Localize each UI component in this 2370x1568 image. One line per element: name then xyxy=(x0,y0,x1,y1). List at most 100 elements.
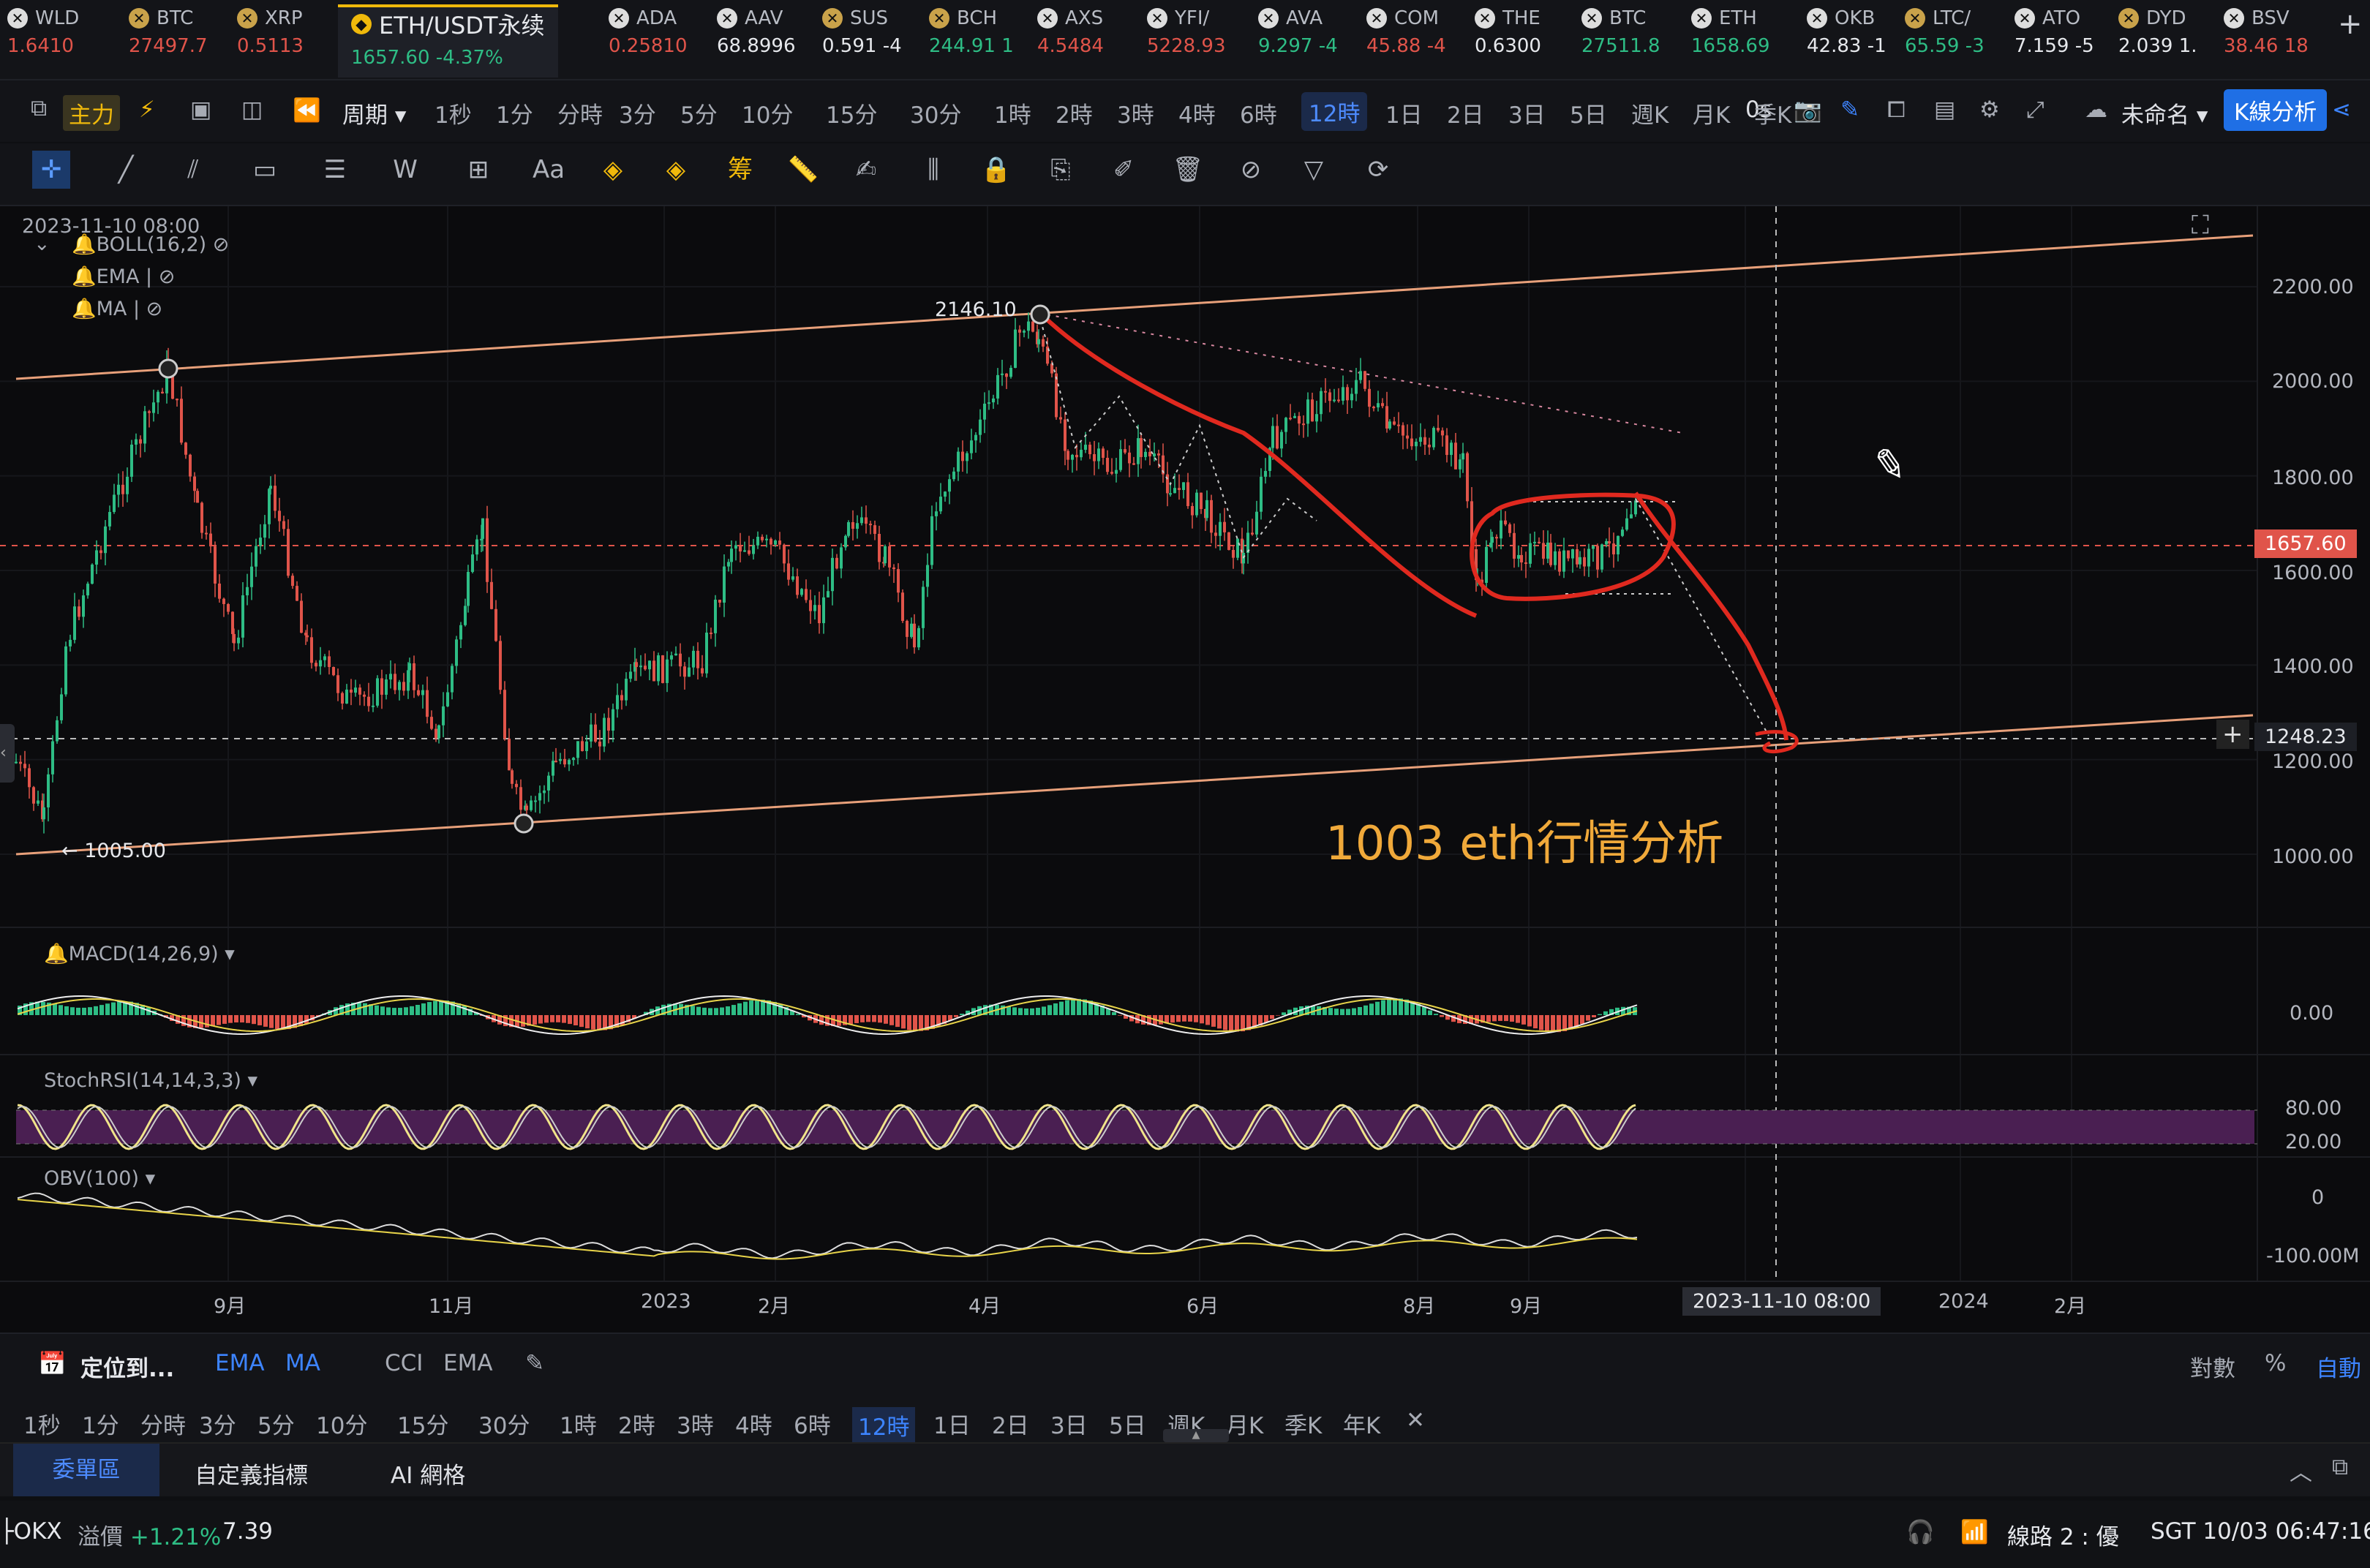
bottom-interval-1日[interactable]: 1日 xyxy=(933,1407,971,1440)
bottom-interval-分時[interactable]: 分時 xyxy=(140,1407,186,1440)
ema-sub-indicator-tab[interactable]: EMA xyxy=(443,1350,493,1376)
bottom-interval-月K[interactable]: 月K xyxy=(1226,1407,1263,1440)
interval-1時[interactable]: 1時 xyxy=(994,97,1031,129)
ticker-item[interactable]: ✕ THE 0.6300 xyxy=(1475,7,1541,73)
ticker-item[interactable]: ✕ ATO 7.159 -5 xyxy=(2014,7,2094,73)
percent-scale-toggle[interactable]: % xyxy=(2265,1350,2286,1376)
delete-tool-icon[interactable]: 🗑 xyxy=(1169,151,1207,189)
indicator-ma[interactable]: 🔔MA | ⊘ xyxy=(72,297,162,320)
bottom-interval-15分[interactable]: 15分 xyxy=(397,1407,448,1440)
ma-indicator-tab[interactable]: MA xyxy=(285,1350,320,1376)
magnet-tool-icon[interactable]: ◈ xyxy=(657,151,695,189)
interval-12時[interactable]: 12時 xyxy=(1301,92,1368,131)
obv-label[interactable]: OBV(100) ▾ xyxy=(44,1167,155,1190)
interval-10分[interactable]: 10分 xyxy=(742,97,793,129)
cloud-icon[interactable]: ☁ xyxy=(2085,97,2107,123)
bottom-interval-年K[interactable]: 年K xyxy=(1343,1407,1380,1440)
ticker-item[interactable]: ✕ BTC 27511.8 xyxy=(1581,7,1660,73)
kline-analysis-button[interactable]: K線分析 xyxy=(2224,89,2328,131)
tab-custom-indicators[interactable]: 自定義指標 xyxy=(195,1457,308,1490)
interval-30分[interactable]: 30分 xyxy=(910,97,961,129)
ticker-item[interactable]: ✕ AAV 68.8996 xyxy=(717,7,796,73)
pattern-tool-icon[interactable]: ◈ xyxy=(594,151,632,189)
rectangle-tool-icon[interactable]: ▭ xyxy=(246,151,284,189)
text-tool-icon[interactable]: Aa xyxy=(530,151,568,189)
bottom-interval-1分[interactable]: 1分 xyxy=(82,1407,119,1440)
interval-1秒[interactable]: 1秒 xyxy=(434,97,472,129)
left-panel-toggle[interactable]: ‹ xyxy=(0,724,15,783)
period-dropdown[interactable]: 周期 ▾ xyxy=(342,97,406,129)
collapse-panel-icon[interactable]: ︿ xyxy=(2290,1454,2312,1487)
interval-3分[interactable]: 3分 xyxy=(619,97,656,129)
add-alert-icon[interactable]: + xyxy=(2216,720,2249,749)
ticker-item[interactable]: ✕ DYD 2.039 1. xyxy=(2118,7,2197,73)
link-tool-icon[interactable]: ⊘ xyxy=(1232,151,1270,189)
ticker-item[interactable]: ✕ BSV 38.46 18 xyxy=(2224,7,2309,73)
calendar-icon[interactable]: 📅 xyxy=(38,1350,67,1377)
tab-ai-grid[interactable]: AI 網格 xyxy=(391,1457,465,1490)
indicator-ema[interactable]: 🔔EMA | ⊘ xyxy=(72,265,175,288)
filter-tool-icon[interactable]: ▽ xyxy=(1295,151,1333,189)
lock-tool-icon[interactable]: 🔒 xyxy=(977,151,1015,189)
add-ticker-icon[interactable]: + xyxy=(2338,7,2363,73)
ticker-item[interactable]: ✕ AVA 9.297 -4 xyxy=(1258,7,1338,73)
interval-3時[interactable]: 3時 xyxy=(1117,97,1154,129)
copy-tool-icon[interactable]: ⎘ xyxy=(1042,151,1080,189)
panel-resize-handle[interactable]: ▲ xyxy=(1163,1429,1229,1442)
screenshot-icon[interactable]: ▤ xyxy=(1934,97,1955,123)
ticker-item[interactable]: ✕ ADA 0.25810 xyxy=(609,7,688,73)
ticker-item[interactable]: ✕ AXS 4.5484 xyxy=(1037,7,1104,73)
bottom-interval-季K[interactable]: 季K xyxy=(1284,1407,1322,1440)
sync-tool-icon[interactable]: ⟳ xyxy=(1359,151,1397,189)
camera-icon[interactable]: 📷 xyxy=(1794,97,1822,124)
ticker-item[interactable]: ◆ ETH/USDT永续 1657.60 -4.37% xyxy=(338,4,558,78)
ticker-item[interactable]: ✕ YFI/5228.93 xyxy=(1147,7,1226,73)
layout-icon[interactable]: ◫ xyxy=(241,97,263,123)
support-icon[interactable]: 🎧 xyxy=(1906,1518,1935,1545)
bottom-interval-4時[interactable]: 4時 xyxy=(735,1407,772,1440)
rewind-icon[interactable]: ⏪ xyxy=(293,97,321,124)
measure-tool-icon[interactable]: ⊞ xyxy=(459,151,497,189)
chip-tool-icon[interactable]: 筹 xyxy=(721,151,759,189)
bottom-interval-3時[interactable]: 3時 xyxy=(677,1407,714,1440)
parallel-channel-tool-icon[interactable]: ⫽ xyxy=(174,151,212,189)
interval-月K[interactable]: 月K xyxy=(1693,97,1730,129)
fib-tool-icon[interactable]: ☰ xyxy=(316,151,354,189)
edit-tool-icon[interactable]: ✐ xyxy=(1105,151,1143,189)
ticker-item[interactable]: ✕ SUS 0.591 -4 xyxy=(822,7,902,73)
crosshair-tool-icon[interactable]: ✛ xyxy=(32,151,70,189)
ticker-item[interactable]: ✕ XRP 0.5113 xyxy=(237,7,304,73)
collapse-icon[interactable]: ⌄ xyxy=(34,233,50,255)
interval-2時[interactable]: 2時 xyxy=(1056,97,1093,129)
indicator-boll[interactable]: 🔔BOLL(16,2) ⊘ xyxy=(72,233,229,256)
edit-indicators-icon[interactable]: ✎ xyxy=(525,1350,544,1376)
popout-icon[interactable]: ⧉ xyxy=(2332,1454,2348,1481)
bottom-interval-10分[interactable]: 10分 xyxy=(316,1407,367,1440)
bottom-interval-2時[interactable]: 2時 xyxy=(618,1407,655,1440)
ruler-tool-icon[interactable]: 📏 xyxy=(784,151,822,189)
bottom-interval-3分[interactable]: 3分 xyxy=(199,1407,236,1440)
trendline-tool-icon[interactable]: ╱ xyxy=(107,151,145,189)
log-scale-toggle[interactable]: 對數 xyxy=(2190,1350,2235,1383)
bottom-interval-1秒[interactable]: 1秒 xyxy=(23,1407,61,1440)
ticker-item[interactable]: ✕ COM 45.88 -4 xyxy=(1366,7,1446,73)
fullscreen-window-icon[interactable]: ⧠ xyxy=(1887,97,1906,124)
ticker-item[interactable]: ✕ OKB 42.83 -1 xyxy=(1807,7,1886,73)
settings-icon[interactable]: ⚙ xyxy=(1979,97,2000,123)
brush-tool-icon[interactable]: ✍ xyxy=(847,151,885,189)
bottom-interval-3日[interactable]: 3日 xyxy=(1050,1407,1088,1440)
pen-icon[interactable]: ✎ xyxy=(1840,97,1859,123)
auto-scale-toggle[interactable]: 自動 xyxy=(2316,1350,2361,1383)
chart-canvas[interactable] xyxy=(0,206,2370,1333)
ticker-item[interactable]: ✕ LTC/65.59 -3 xyxy=(1905,7,1985,73)
ticker-item[interactable]: ✕ BTC 27497.7 xyxy=(129,7,208,73)
interval-6時[interactable]: 6時 xyxy=(1240,97,1277,129)
tab-orders[interactable]: 委單區 xyxy=(13,1444,159,1496)
hide-icon[interactable]: ⊘ xyxy=(213,233,230,256)
chart-area[interactable]: 2023-11-10 08:00 ⌄ 🔔BOLL(16,2) ⊘ 🔔EMA | … xyxy=(0,206,2370,1333)
maximize-icon[interactable]: ⛶ xyxy=(2192,211,2209,240)
interval-3日[interactable]: 3日 xyxy=(1508,97,1546,129)
layout-name-dropdown[interactable]: 未命名 ▾ xyxy=(2121,97,2208,129)
main-force-button[interactable]: 主力 xyxy=(63,95,120,131)
interval-季K[interactable]: 季K xyxy=(1754,97,1791,129)
